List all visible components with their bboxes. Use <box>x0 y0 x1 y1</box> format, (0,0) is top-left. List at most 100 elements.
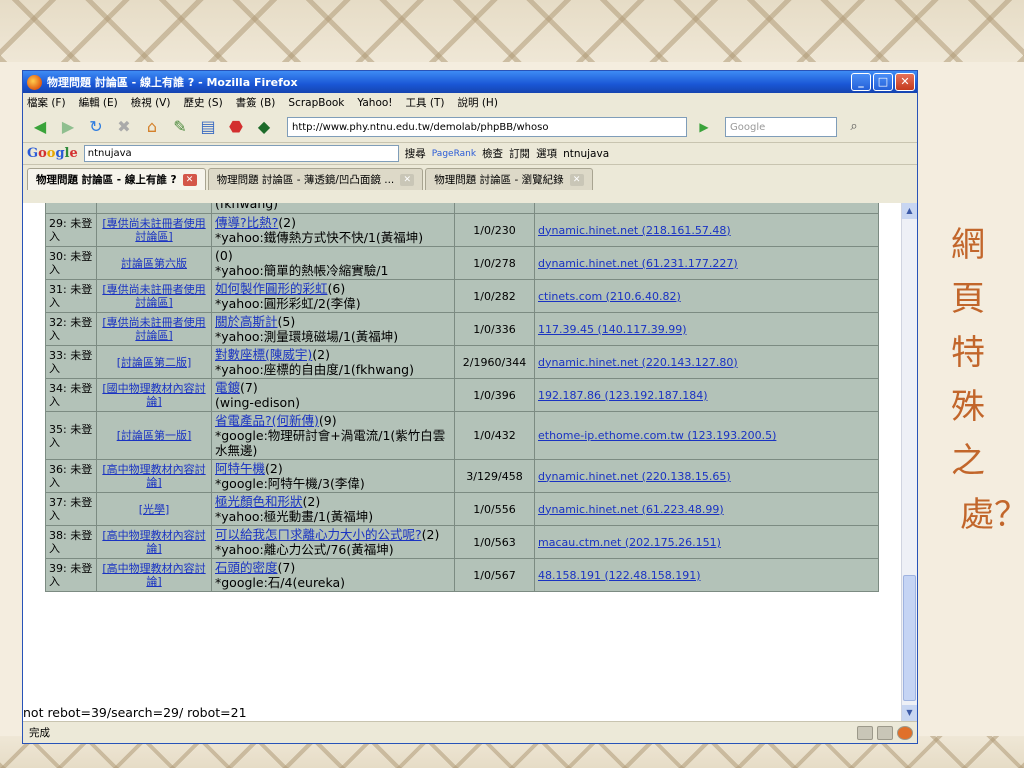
go-icon[interactable]: ▶ <box>693 116 715 138</box>
reply-count: (7) <box>277 560 296 575</box>
host-link[interactable]: dynamic.hinet.net (61.223.48.99) <box>538 503 724 516</box>
host-link[interactable]: dynamic.hinet.net (220.143.127.80) <box>538 356 738 369</box>
edit-page-icon[interactable]: ✎ <box>169 116 191 138</box>
menu-view[interactable]: 檢視 (V) <box>131 95 171 110</box>
host-link[interactable]: dynamic.hinet.net (218.161.57.48) <box>538 224 731 237</box>
forum-link[interactable]: [討論區第一版] <box>117 429 192 442</box>
user-cell: 29: 未登入 <box>45 213 97 247</box>
topic-link[interactable]: 阿特午機 <box>215 461 265 476</box>
minimize-button[interactable]: _ <box>851 73 871 91</box>
forum-link[interactable]: [光學] <box>139 503 170 516</box>
last-post: *yahoo:極光動畫/1(黃福坤) <box>215 509 374 524</box>
close-button[interactable]: ✕ <box>895 73 915 91</box>
caption-char: 殊 <box>951 387 985 427</box>
menu-bookmarks[interactable]: 書簽 (B) <box>236 95 276 110</box>
last-post: *yahoo:座標的自由度/1(fkhwang) <box>215 362 414 377</box>
host-link[interactable]: 117.39.45 (140.117.39.99) <box>538 323 687 336</box>
firefox-status-icon[interactable] <box>897 725 913 740</box>
host-link-cell: ctinets.com (210.6.40.82) <box>534 279 879 313</box>
topic-cell: 關於高斯計(5) *yahoo:測量環境磁場/1(黃福坤) <box>211 312 455 346</box>
topic-link[interactable]: 對數座標(陳威宇) <box>215 347 312 362</box>
status-icon[interactable] <box>877 725 893 740</box>
forward-arrow-icon[interactable]: ▶ <box>57 116 79 138</box>
table-row: 36: 未登入 [高中物理教材內容討論] 阿特午機(2) *google:阿特午機/3… <box>45 459 879 493</box>
forum-link[interactable]: [專供尚未註冊者使用討論區] <box>102 283 205 309</box>
reply-count: (6) <box>327 281 346 296</box>
reply-count: (9) <box>318 413 337 428</box>
reply-count: (2) <box>302 494 321 509</box>
caption-char: 網 <box>951 225 985 265</box>
host-link[interactable]: macau.ctm.net (202.175.26.151) <box>538 536 721 549</box>
back-arrow-icon[interactable]: ◀ <box>29 116 51 138</box>
url-bar[interactable]: http://www.phy.ntnu.edu.tw/demolab/phpBB… <box>287 117 687 137</box>
adblock-icon[interactable]: ⬣ <box>225 116 247 138</box>
tab-close-icon[interactable]: ✕ <box>569 173 584 186</box>
vertical-scrollbar[interactable]: ▲ ▼ <box>901 203 917 721</box>
last-post: *google:石/4(eureka) <box>215 575 346 590</box>
host-link[interactable]: ethome-ip.ethome.com.tw (123.193.200.5) <box>538 429 776 442</box>
menu-yahoo[interactable]: Yahoo! <box>357 97 392 109</box>
menu-tools[interactable]: 工具 (T) <box>406 95 445 110</box>
tab-close-icon[interactable]: ✕ <box>182 173 197 186</box>
topic-link[interactable]: 如何製作圓形的彩虹 <box>215 281 328 296</box>
spellcheck-button[interactable]: 檢查 <box>482 146 503 161</box>
topic-link[interactable]: 關於高斯計 <box>215 314 278 329</box>
forum-link[interactable]: [高中物理教材內容討論] <box>102 562 205 588</box>
tab-thin-lens[interactable]: 物理問題 討論區 - 薄透鏡/凹凸面鏡 ... ✕ <box>207 168 424 190</box>
stop-icon[interactable]: ✖ <box>113 116 135 138</box>
status-icon[interactable] <box>857 725 873 740</box>
google-logo[interactable]: Google <box>27 146 78 161</box>
topic-link[interactable]: 石頭的密度 <box>215 560 278 575</box>
forum-link[interactable]: [高中物理教材內容討論] <box>102 529 205 555</box>
host-link[interactable]: dynamic.hinet.net (61.231.177.227) <box>538 257 738 270</box>
home-icon[interactable]: ⌂ <box>141 116 163 138</box>
host-link[interactable]: dynamic.hinet.net (220.138.15.65) <box>538 470 731 483</box>
menu-file[interactable]: 檔案 (F) <box>27 95 66 110</box>
search-input[interactable]: Google <box>725 117 837 137</box>
host-link[interactable]: ctinets.com (210.6.40.82) <box>538 290 681 303</box>
topic-link[interactable]: 傳導?比熱? <box>215 215 278 230</box>
tab-whos-online[interactable]: 物理問題 討論區 - 線上有誰 ? ✕ <box>27 168 206 190</box>
last-post: (wing-edison) <box>215 395 300 410</box>
forum-link-cell: [討論區第一版] <box>96 411 212 460</box>
google-search-button[interactable]: 搜尋 <box>405 146 426 161</box>
menu-help[interactable]: 說明 (H) <box>457 95 497 110</box>
forum-link[interactable]: 討論區第六版 <box>121 257 187 270</box>
forum-link[interactable]: [國中物理教材內容討論] <box>102 382 205 408</box>
google-search-field[interactable]: ntnujava <box>83 145 399 162</box>
menu-edit[interactable]: 編輯 (E) <box>79 95 118 110</box>
user-label[interactable]: ntnujava <box>563 148 609 160</box>
browser-window: 物理問題 討論區 - 線上有誰 ? - Mozilla Firefox _ □ … <box>22 70 918 744</box>
last-post: *google:物理研討會+渦電流/1(紫竹白雲水無邊) <box>215 428 446 458</box>
topic-link[interactable]: 極光顏色和形狀 <box>215 494 303 509</box>
scroll-thumb[interactable] <box>903 575 916 701</box>
maximize-button[interactable]: □ <box>873 73 893 91</box>
host-link[interactable]: 192.187.86 (123.192.187.184) <box>538 389 708 402</box>
menu-scrapbook[interactable]: ScrapBook <box>288 97 344 109</box>
new-window-icon[interactable]: ▤ <box>197 116 219 138</box>
tab-history[interactable]: 物理問題 討論區 - 瀏覽紀錄 ✕ <box>425 168 593 190</box>
forum-link[interactable]: [討論區第二版] <box>117 356 192 369</box>
forum-link[interactable]: [高中物理教材內容討論] <box>102 463 205 489</box>
forum-link[interactable]: [專供尚未註冊者使用討論區] <box>102 316 205 342</box>
user-cell: 38: 未登入 <box>45 525 97 559</box>
scroll-down-icon[interactable]: ▼ <box>902 705 917 721</box>
scrapbook-icon[interactable]: ◆ <box>253 116 275 138</box>
options-button[interactable]: 選項 <box>536 146 557 161</box>
subscribe-button[interactable]: 訂閱 <box>509 146 530 161</box>
reload-icon[interactable]: ↻ <box>85 116 107 138</box>
topic-link[interactable]: 電鍍 <box>215 380 240 395</box>
scroll-up-icon[interactable]: ▲ <box>902 203 917 219</box>
reply-count: (2) <box>312 347 330 362</box>
topic-link[interactable]: 省電產品?(何新傳) <box>215 413 319 428</box>
tab-bar: 物理問題 討論區 - 線上有誰 ? ✕ 物理問題 討論區 - 薄透鏡/凹凸面鏡 … <box>23 164 917 190</box>
tab-close-icon[interactable]: ✕ <box>400 173 415 186</box>
search-icon[interactable]: ⌕ <box>843 116 865 138</box>
host-link[interactable]: 48.158.191 (122.48.158.191) <box>538 569 701 582</box>
topic-link[interactable]: 可以給我怎ㄇ求離心力大小的公式呢? <box>215 527 422 542</box>
robot-summary: not rebot=39/search=29/ robot=21 <box>23 705 247 720</box>
menu-history[interactable]: 歷史 (S) <box>183 95 222 110</box>
tab-label: 物理問題 討論區 - 瀏覽紀錄 <box>434 174 564 186</box>
forum-link[interactable]: [專供尚未註冊者使用討論區] <box>102 217 205 243</box>
host-link-cell: 48.158.191 (122.48.158.191) <box>534 558 879 592</box>
